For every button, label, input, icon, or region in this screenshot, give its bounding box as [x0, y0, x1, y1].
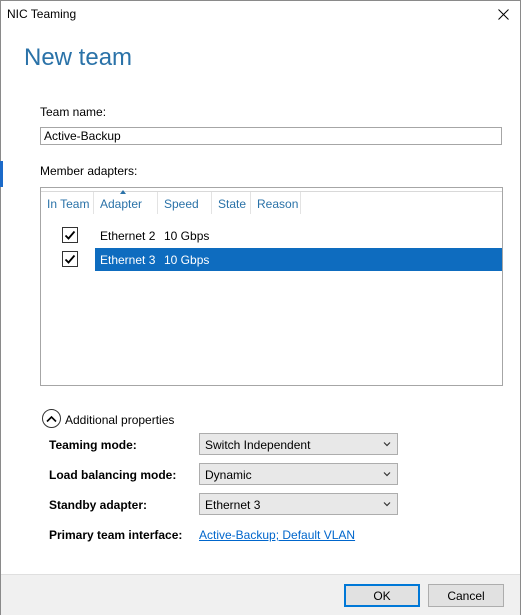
adapter-speed: 10 Gbps — [164, 229, 210, 243]
background-window-edge — [0, 1, 4, 615]
primary-team-interface-label: Primary team interface: — [49, 528, 183, 542]
chevron-down-icon — [383, 442, 391, 447]
chevron-up-icon — [46, 415, 57, 422]
standby-adapter-select[interactable]: Ethernet 3 — [199, 493, 398, 515]
column-header-reason[interactable]: Reason — [251, 192, 301, 214]
ok-button[interactable]: OK — [344, 584, 420, 607]
standby-adapter-label: Standby adapter: — [49, 498, 148, 512]
cancel-button[interactable]: Cancel — [428, 584, 504, 607]
close-icon — [497, 8, 509, 20]
teaming-mode-value: Switch Independent — [205, 438, 311, 452]
row-selection-background — [95, 248, 502, 271]
page-title: New team — [24, 44, 133, 71]
sort-ascending-icon — [120, 190, 126, 194]
teaming-mode-label: Teaming mode: — [49, 438, 137, 452]
teaming-mode-select[interactable]: Switch Independent — [199, 433, 398, 455]
primary-team-interface-link[interactable]: Active-Backup; Default VLAN — [199, 528, 355, 542]
column-header-adapter-label: Adapter — [100, 197, 143, 211]
column-header-adapter[interactable]: Adapter — [94, 190, 158, 214]
in-team-checkbox[interactable] — [62, 227, 78, 243]
checkmark-icon — [64, 230, 76, 240]
team-name-input[interactable] — [40, 127, 502, 145]
additional-properties-toggle[interactable] — [42, 409, 61, 428]
load-balancing-mode-value: Dynamic — [205, 468, 252, 482]
checkmark-icon — [64, 254, 76, 264]
in-team-checkbox[interactable] — [62, 251, 78, 267]
load-balancing-mode-label: Load balancing mode: — [49, 468, 177, 482]
title-bar: NIC Teaming — [1, 1, 520, 29]
chevron-down-icon — [383, 502, 391, 507]
adapter-row[interactable]: Ethernet 3 10 Gbps — [42, 248, 503, 271]
new-team-dialog: NIC Teaming New team Team name: Member a… — [0, 0, 521, 615]
adapter-row[interactable]: Ethernet 2 10 Gbps — [42, 224, 503, 247]
member-adapters-list[interactable]: In Team Adapter Speed State Reason Ether… — [40, 187, 503, 386]
adapter-speed: 10 Gbps — [164, 253, 210, 267]
column-header-in-team[interactable]: In Team — [41, 192, 94, 214]
additional-properties-label: Additional properties — [65, 413, 175, 427]
team-name-label: Team name: — [40, 105, 107, 119]
chevron-down-icon — [383, 472, 391, 477]
column-header-state[interactable]: State — [212, 192, 251, 214]
close-button[interactable] — [492, 3, 514, 25]
member-adapters-label: Member adapters: — [40, 164, 138, 178]
adapter-name: Ethernet 3 — [100, 253, 156, 267]
row-selection-background — [95, 224, 502, 247]
window-title: NIC Teaming — [7, 7, 77, 21]
column-header-speed[interactable]: Speed — [158, 192, 212, 214]
standby-adapter-value: Ethernet 3 — [205, 498, 261, 512]
edge-highlight — [0, 161, 3, 187]
load-balancing-mode-select[interactable]: Dynamic — [199, 463, 398, 485]
adapter-name: Ethernet 2 — [100, 229, 156, 243]
